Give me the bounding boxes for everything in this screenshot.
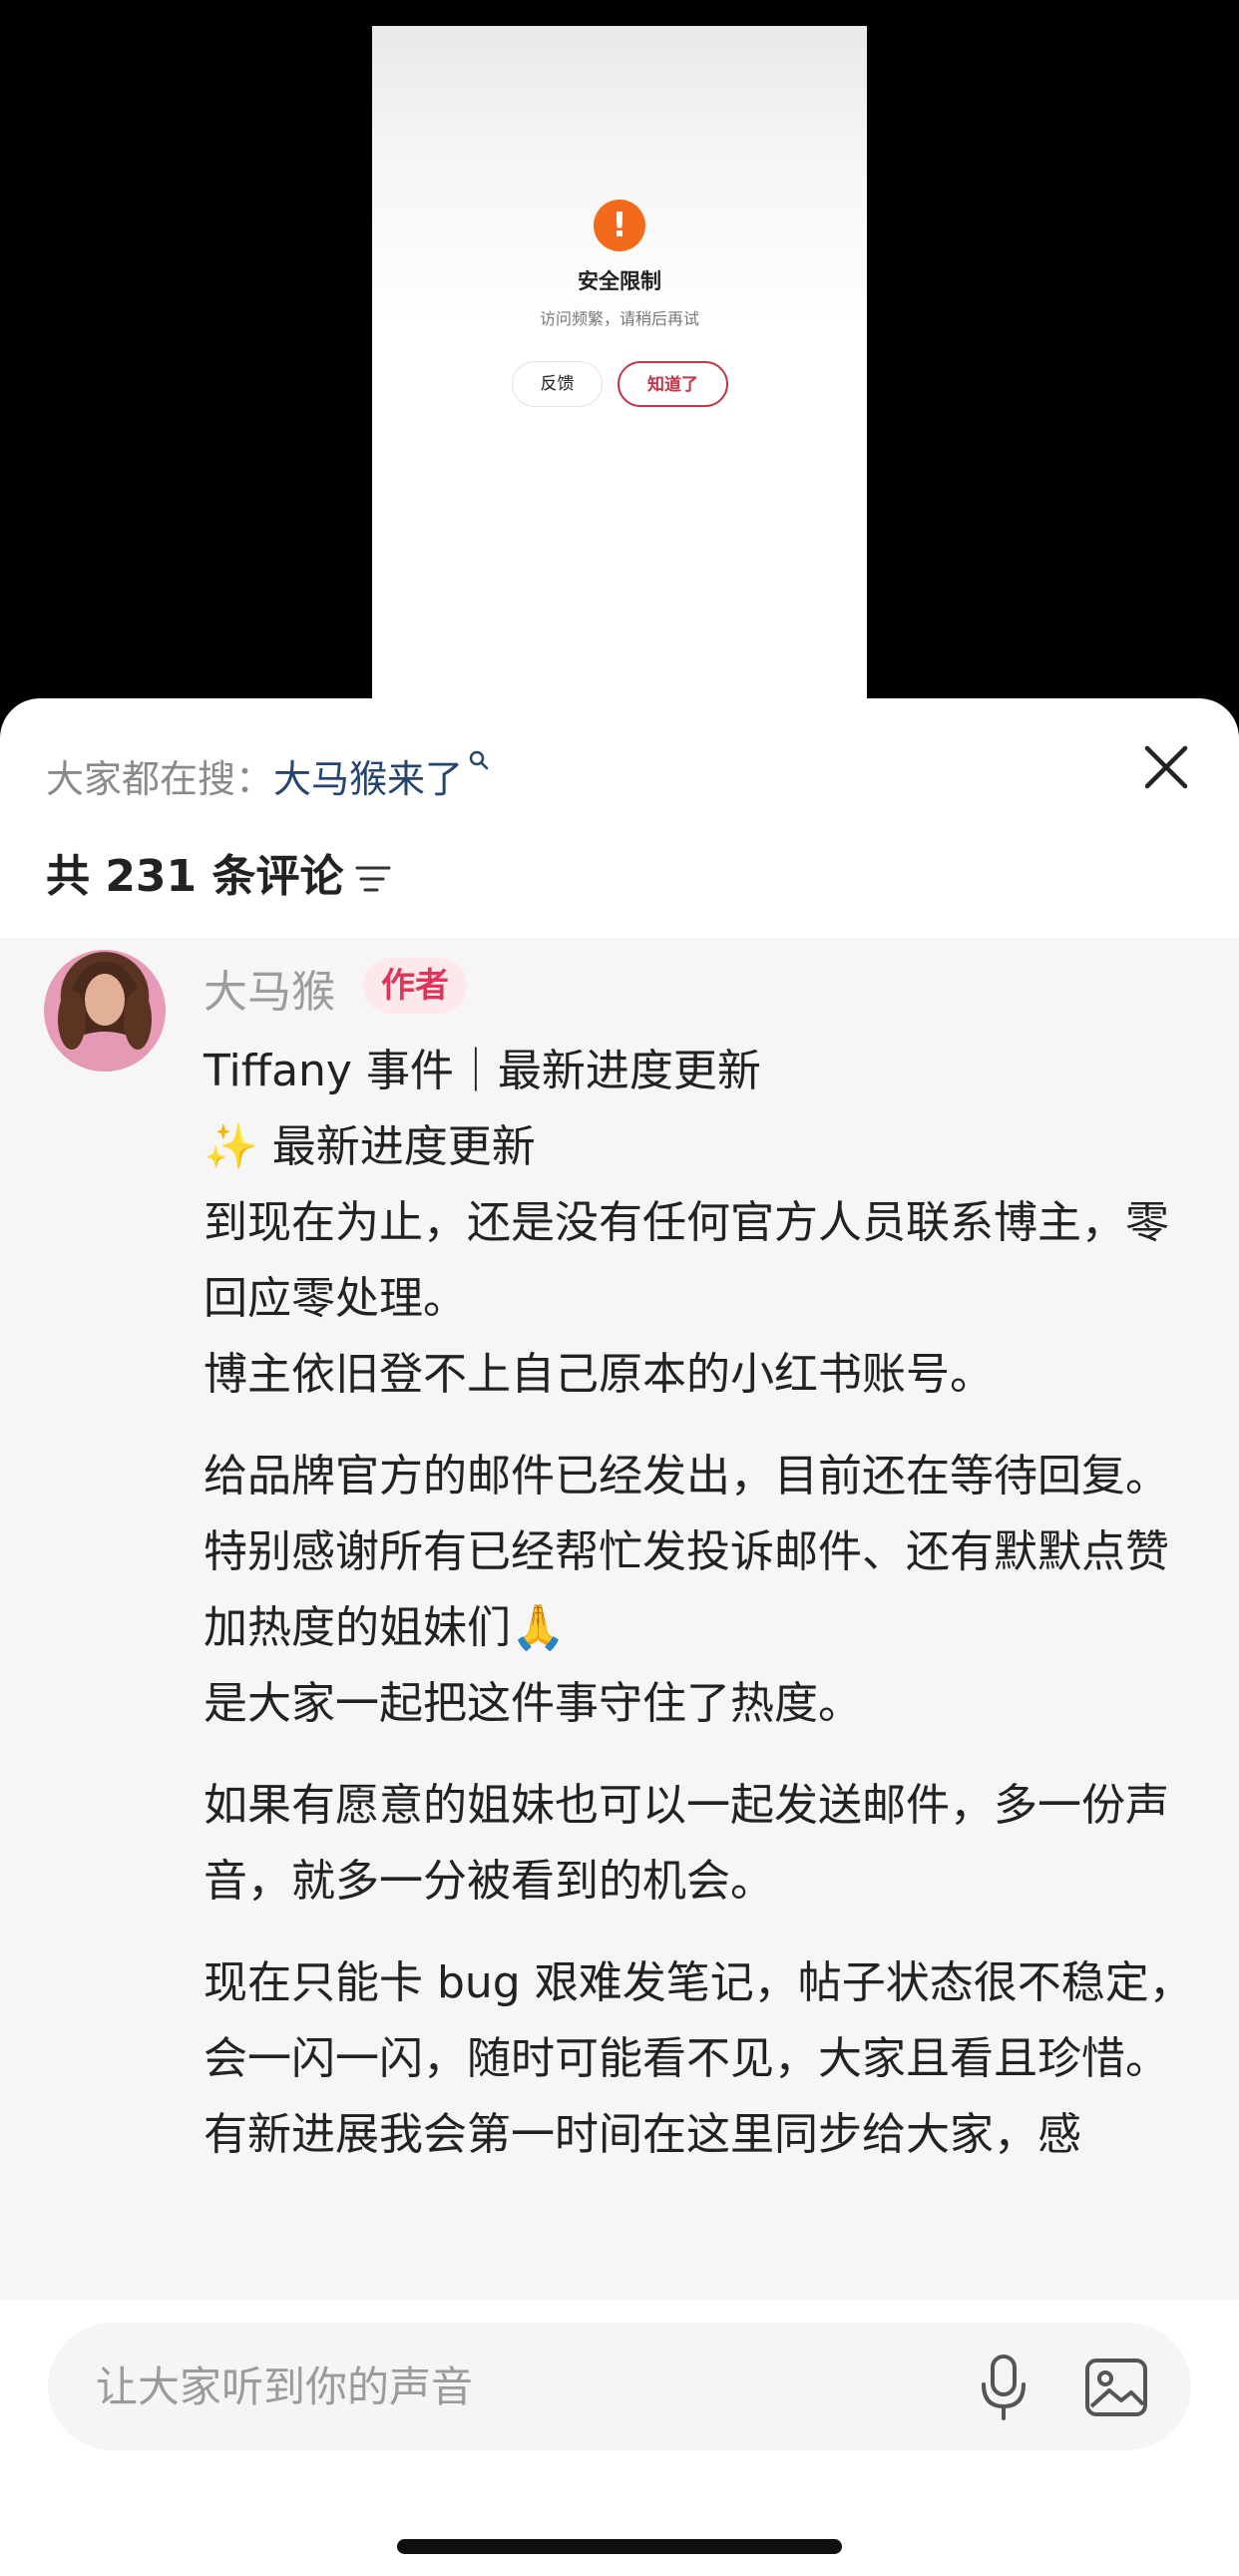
comment-line: 博主依旧登不上自己原本的小红书账号。 [204,1349,994,1400]
comment-line: 有新进展我会第一时间在这里同步给大家，感 [204,2109,1081,2160]
feedback-button[interactable]: 反馈 [512,361,603,407]
comment-line: 如果有愿意的姐妹也可以一起发送邮件，多一份声音，就多一分被看到的机会。 [204,1780,1169,1907]
comment-line: ✨ 最新进度更新 [204,1121,536,1172]
avatar-image [58,962,152,1072]
video-area: ! 安全限制 访问频繁，请稍后再试 反馈 知道了 [0,0,1239,718]
preview-subtitle: 访问频繁，请稍后再试 [539,309,699,328]
image-icon[interactable] [1083,2355,1149,2420]
filter-icon[interactable] [353,859,393,899]
comment-input-bar[interactable] [48,2323,1191,2450]
close-icon[interactable] [1139,740,1193,794]
comment-line: 给品牌官方的邮件已经发出，目前还在等待回复。 [204,1451,1169,1502]
warning-icon: ! [594,200,645,251]
comment-text: Tiffany 事件｜最新进度更新 ✨ 最新进度更新 到现在为止，还是没有任何官… [204,1034,1201,2173]
author-name[interactable]: 大马猴 [204,956,335,1020]
comment-line: 到现在为止，还是没有任何官方人员联系博主，零回应零处理。 [204,1197,1169,1324]
comment-line: Tiffany 事件｜最新进度更新 [204,1046,761,1096]
home-indicator [397,2539,842,2554]
comment-line: 是大家一起把这件事守住了热度。 [204,1678,862,1729]
comment-count-row: 共 231 条评论 [46,840,393,904]
comment-sheet: 大家都在搜：大马猴来了 共 231 条评论 大马猴 作者 Tiffany 事件｜… [0,698,1239,2576]
got-it-button[interactable]: 知道了 [618,361,728,407]
preview-title: 安全限制 [578,269,661,293]
search-icon [469,750,489,770]
comment-line: 特别感谢所有已经帮忙发投诉邮件、还有默默点赞加热度的姐妹们🙏 [204,1526,1169,1653]
avatar[interactable] [44,950,166,1072]
comment-input[interactable] [96,2353,894,2420]
microphone-icon[interactable] [974,2353,1033,2422]
comment-count: 共 231 条评论 [46,851,344,902]
preview-screenshot: ! 安全限制 访问频繁，请稍后再试 反馈 知道了 [372,26,867,718]
comment-line: 现在只能卡 bug 艰难发笔记，帖子状态很不稳定，会一闪一闪，随时可能看不见，大… [204,1957,1193,2084]
hot-search-label: 大家都在搜： [46,757,274,801]
author-badge: 作者 [363,958,467,1014]
hot-search-term[interactable]: 大马猴来了 [273,757,463,801]
hot-search-row[interactable]: 大家都在搜：大马猴来了 [46,748,491,803]
comment-item: 大马猴 作者 Tiffany 事件｜最新进度更新 ✨ 最新进度更新 到现在为止，… [0,938,1239,2300]
